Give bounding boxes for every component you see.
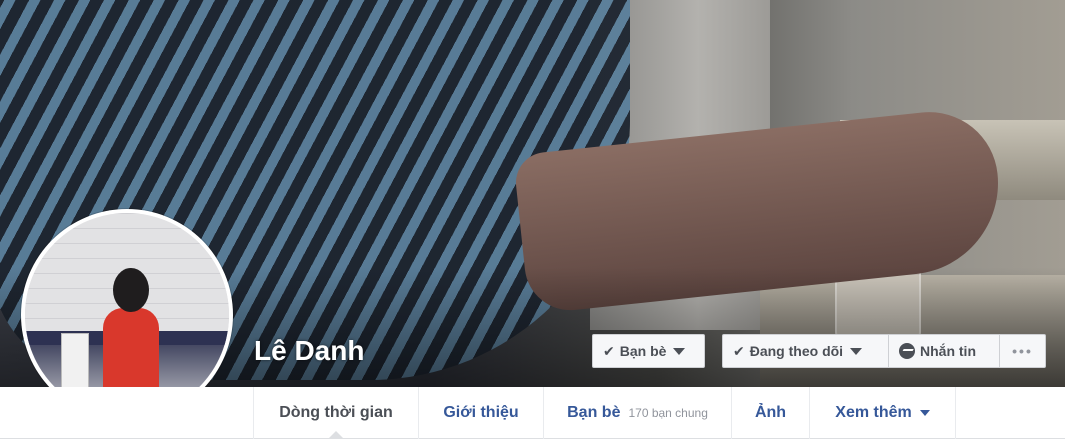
avatar-dispenser [61,333,89,393]
ellipsis-icon: ••• [1012,343,1033,359]
tab-photos-label: Ảnh [754,404,787,421]
avatar-person-head [113,268,149,312]
messenger-icon [899,343,915,359]
tab-more[interactable]: Xem thêm [809,387,956,439]
friends-button-label: Bạn bè [619,343,667,359]
message-button-label: Nhắn tin [920,343,976,359]
tab-more-label: Xem thêm [835,404,912,421]
following-button-label: Đang theo dõi [749,343,844,359]
message-button[interactable]: Nhắn tin [889,334,1000,368]
tab-about[interactable]: Giới thiệu [418,387,543,439]
caret-down-icon [673,347,686,355]
check-icon: ✔ [733,342,745,359]
profile-name[interactable]: Lê Danh [254,335,364,367]
profile-nav-bar: Dòng thời gian Giới thiệu Bạn bè 170 bạn… [0,387,1065,439]
tab-photos[interactable]: Ảnh [731,387,809,439]
mutual-friends-count: 170 bạn chung [628,406,708,420]
tab-friends-label: Bạn bè [567,404,621,421]
friends-button[interactable]: ✔ Bạn bè [592,334,705,368]
tab-timeline-label: Dòng thời gian [279,404,393,421]
tab-about-label: Giới thiệu [443,404,519,421]
caret-down-icon [850,347,863,355]
following-button[interactable]: ✔ Đang theo dõi [722,334,889,368]
more-options-button[interactable]: ••• [1000,334,1046,368]
tab-friends[interactable]: Bạn bè 170 bạn chung [543,387,731,439]
tab-timeline[interactable]: Dòng thời gian [253,387,418,439]
check-icon: ✔ [603,342,615,359]
profile-tabs: Dòng thời gian Giới thiệu Bạn bè 170 bạn… [253,387,956,439]
caret-down-icon [919,410,930,416]
profile-actions: ✔ Đang theo dõi Nhắn tin ••• [722,334,1046,368]
